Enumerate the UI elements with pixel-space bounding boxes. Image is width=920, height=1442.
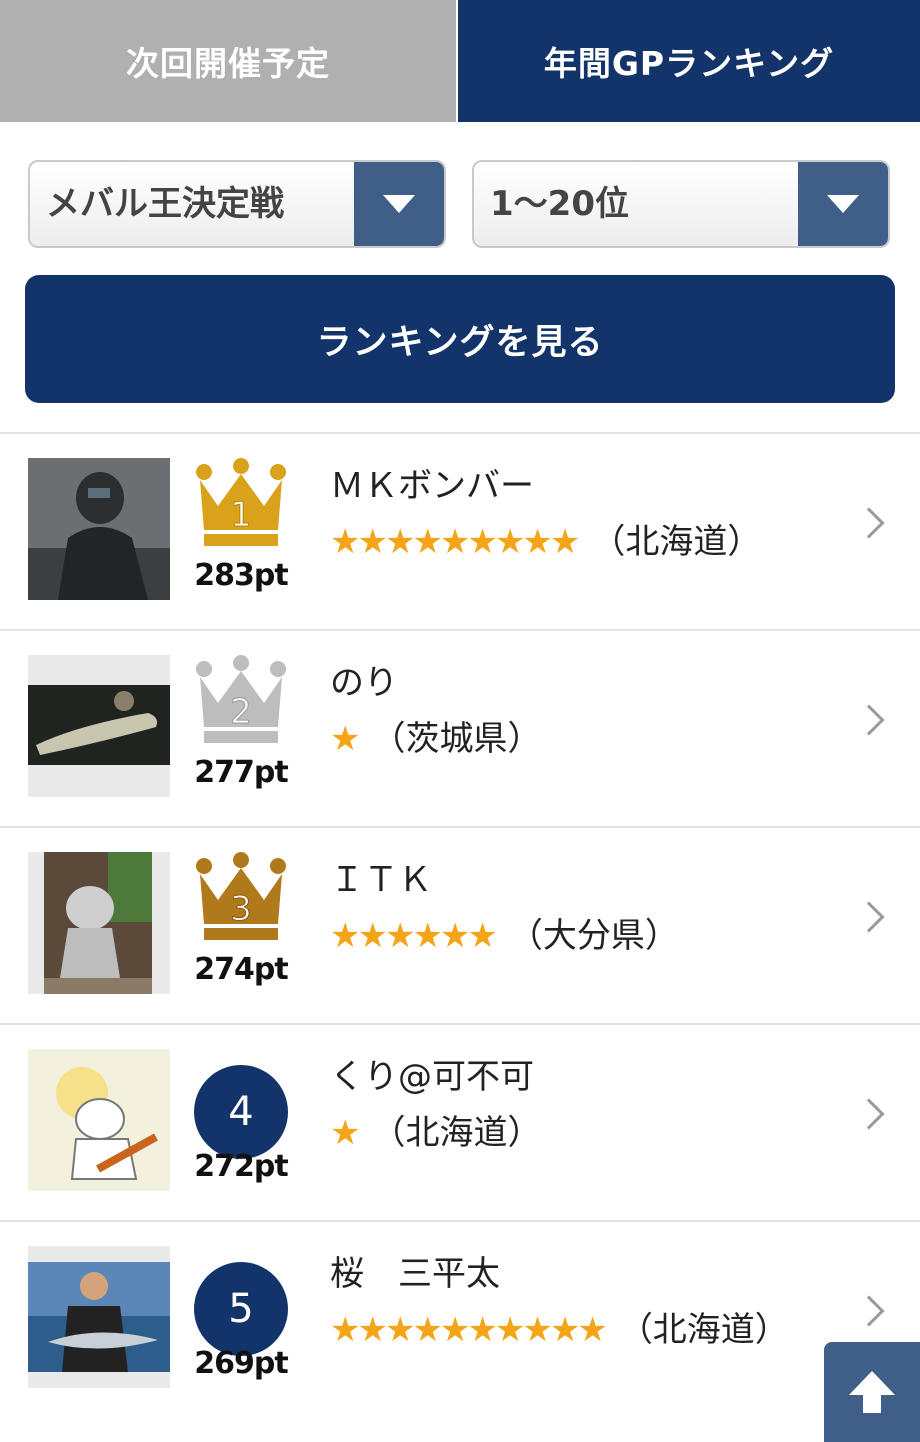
- rank-range-select[interactable]: 1〜20位: [472, 160, 890, 248]
- region: （北海道）: [591, 522, 762, 562]
- star-rating: ★: [330, 719, 361, 759]
- region: （北海道）: [371, 1113, 542, 1153]
- rank-badge: 5 269pt: [188, 1242, 294, 1402]
- tab-upcoming-events[interactable]: 次回開催予定: [0, 0, 458, 122]
- star-rating: ★: [330, 1113, 361, 1153]
- entry-info: ＩＴＫ ★★★★★★ （大分県）: [330, 852, 800, 964]
- chevron-right-icon: [853, 507, 885, 539]
- chevron-right-icon: [853, 1098, 885, 1130]
- rank-badge: 2 277pt: [188, 651, 294, 811]
- rank-number: 2: [230, 692, 252, 732]
- rank-badge: 1 283pt: [188, 454, 294, 614]
- triangle-down-icon: [383, 195, 415, 213]
- points: 277pt: [194, 755, 288, 790]
- event-select-value: メバル王決定戦: [46, 184, 284, 224]
- entry-info: くり@可不可 ★ （北海道）: [330, 1049, 800, 1161]
- points: 272pt: [194, 1149, 288, 1184]
- silver-crown-icon: 2: [196, 655, 286, 743]
- entry-info: 桜 三平太 ★★★★★★★★★★ （北海道）: [330, 1246, 800, 1358]
- tab-annual-gp-ranking[interactable]: 年間GPランキング: [458, 0, 920, 122]
- points: 283pt: [194, 558, 288, 593]
- bronze-crown-icon: 3: [196, 852, 286, 940]
- rank-number: 5: [194, 1262, 288, 1356]
- tab-bar: 次回開催予定 年間GPランキング: [0, 0, 920, 122]
- region: （北海道）: [618, 1310, 789, 1350]
- rank-number: 1: [230, 495, 252, 535]
- back-to-top-button[interactable]: [824, 1342, 920, 1442]
- avatar: [28, 852, 170, 994]
- chevron-right-icon: [853, 704, 885, 736]
- rank-number: 3: [230, 889, 252, 929]
- chevron-right-icon: [853, 901, 885, 933]
- ranking-row[interactable]: 4 272pt くり@可不可 ★ （北海道）: [0, 1023, 920, 1220]
- arrow-up-icon: [849, 1371, 895, 1413]
- event-select-dropdown-button[interactable]: [354, 162, 444, 246]
- ranking-row[interactable]: 1 283pt ＭＫボンバー ★★★★★★★★★ （北海道）: [0, 432, 920, 629]
- angler-name: ＩＴＫ: [330, 860, 432, 900]
- star-rating: ★★★★★★★★★: [330, 522, 580, 562]
- event-select[interactable]: メバル王決定戦: [28, 160, 446, 248]
- points: 274pt: [194, 952, 288, 987]
- ranking-row[interactable]: 3 274pt ＩＴＫ ★★★★★★ （大分県）: [0, 826, 920, 1023]
- ranking-row[interactable]: 2 277pt のり ★ （茨城県）: [0, 629, 920, 826]
- chevron-right-icon: [853, 1295, 885, 1327]
- angler-name: 桜 三平太: [330, 1254, 500, 1294]
- angler-name: ＭＫボンバー: [330, 466, 534, 506]
- angler-name: くり@可不可: [330, 1057, 534, 1097]
- region: （茨城県）: [371, 719, 542, 759]
- gold-crown-icon: 1: [196, 458, 286, 546]
- ranking-row[interactable]: 5 269pt 桜 三平太 ★★★★★★★★★★ （北海道）: [0, 1220, 920, 1417]
- avatar: [28, 655, 170, 797]
- triangle-down-icon: [827, 195, 859, 213]
- avatar: [28, 458, 170, 600]
- points: 269pt: [194, 1346, 288, 1381]
- rank-range-select-value: 1〜20位: [490, 184, 629, 224]
- star-rating: ★★★★★★: [330, 916, 498, 956]
- region: （大分県）: [508, 916, 679, 956]
- angler-name: のり: [330, 663, 398, 703]
- entry-info: ＭＫボンバー ★★★★★★★★★ （北海道）: [330, 458, 800, 570]
- avatar: [28, 1049, 170, 1191]
- rank-badge: 4 272pt: [188, 1045, 294, 1205]
- rank-number: 4: [194, 1065, 288, 1159]
- avatar: [28, 1246, 170, 1388]
- view-ranking-button[interactable]: ランキングを見る: [25, 275, 895, 403]
- rank-badge: 3 274pt: [188, 848, 294, 1008]
- rank-range-dropdown-button[interactable]: [798, 162, 888, 246]
- star-rating: ★★★★★★★★★★: [330, 1310, 608, 1350]
- ranking-list: 1 283pt ＭＫボンバー ★★★★★★★★★ （北海道） 2 277pt の…: [0, 432, 920, 1417]
- entry-info: のり ★ （茨城県）: [330, 655, 800, 767]
